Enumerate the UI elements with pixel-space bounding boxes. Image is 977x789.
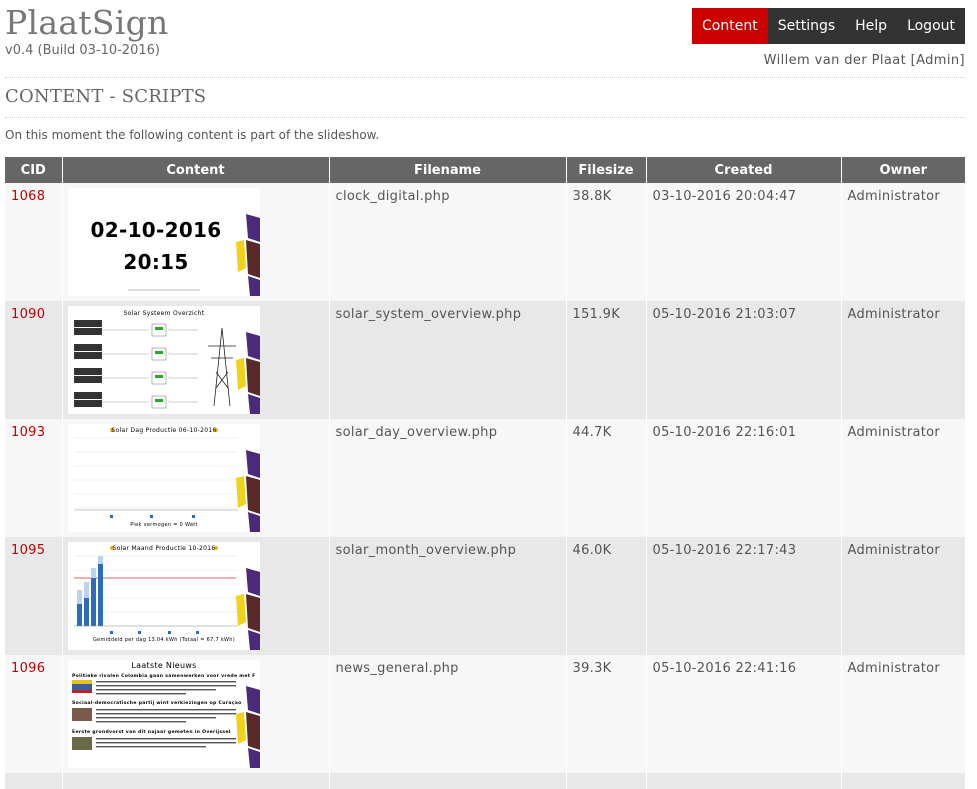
owner-cell: Administrator xyxy=(841,537,966,655)
cid-cell: 1095 xyxy=(5,537,63,655)
filename-cell xyxy=(329,773,567,789)
table-header-row: CID Content Filename Filesize Created Ow… xyxy=(5,157,965,183)
created-cell: 05-10-2016 22:17:43 xyxy=(646,537,842,655)
brand: PlaatSign v0.4 (Build 03-10-2016) xyxy=(5,4,169,58)
nav-content[interactable]: Content xyxy=(692,8,768,44)
owner-cell: Administrator xyxy=(841,183,966,301)
table-row: 1093 Solar Dag Productie 06-10-2016 Piek… xyxy=(5,419,966,537)
solar-day-thumbnail[interactable]: Solar Dag Productie 06-10-2016 Piek verm… xyxy=(67,424,260,532)
solar-month-footer: Gemiddeld per dag 13.04 kWh (Totaal = 67… xyxy=(92,637,234,643)
content-thumbnail-cell: Solar Systeem Overzicht xyxy=(62,301,330,419)
cid-link[interactable]: 1095 xyxy=(11,543,45,558)
owner-cell: Administrator xyxy=(841,655,966,773)
header-divider xyxy=(5,77,965,78)
title-divider xyxy=(5,117,965,118)
news-headline-3: Eerste grondvorst van dit najaar gemeten… xyxy=(72,729,231,735)
filename-cell: news_general.php xyxy=(329,655,567,773)
filename-cell: solar_system_overview.php xyxy=(329,301,567,419)
content-thumbnail-cell xyxy=(62,773,330,789)
table-row: 1095 Solar Maand Productie 10-2016 Gemid… xyxy=(5,537,966,655)
content-thumbnail-cell: Laatste Nieuws Politieke rivalen Colombi… xyxy=(62,655,330,773)
cid-cell: 1096 xyxy=(5,655,63,773)
solar-day-title: Solar Dag Productie 06-10-2016 xyxy=(111,427,216,434)
solar-month-title: Solar Maand Productie 10-2016 xyxy=(112,545,215,552)
cid-link[interactable]: 1090 xyxy=(11,307,45,322)
created-cell: 05-10-2016 22:41:16 xyxy=(646,655,842,773)
col-header-filename: Filename xyxy=(329,157,567,183)
created-cell: 03-10-2016 20:04:47 xyxy=(646,183,842,301)
page-title: CONTENT - SCRIPTS xyxy=(5,86,207,107)
filesize-cell xyxy=(566,773,647,789)
table-row: 1068 02-10-2016 20:15 clock_digital.php … xyxy=(5,183,966,301)
filesize-cell: 151.9K xyxy=(566,301,647,419)
col-header-owner: Owner xyxy=(841,157,965,183)
main-nav: Content Settings Help Logout xyxy=(692,8,965,44)
created-cell xyxy=(646,773,842,789)
cid-link[interactable]: 1096 xyxy=(11,661,45,676)
cid-cell: 1093 xyxy=(5,419,63,537)
news-title: Laatste Nieuws xyxy=(131,661,196,670)
app-version: v0.4 (Build 03-10-2016) xyxy=(5,42,160,58)
col-header-content: Content xyxy=(62,157,330,183)
created-cell: 05-10-2016 22:16:01 xyxy=(646,419,842,537)
cid-cell xyxy=(5,773,63,789)
owner-cell: Administrator xyxy=(841,419,966,537)
news-headline-1: Politieke rivalen Colombia gaan samenwer… xyxy=(72,673,256,679)
solar-month-thumbnail[interactable]: Solar Maand Productie 10-2016 Gemiddeld … xyxy=(67,542,260,650)
filename-cell: clock_digital.php xyxy=(329,183,567,301)
nav-help[interactable]: Help xyxy=(845,8,898,44)
owner-cell: Administrator xyxy=(841,301,966,419)
table-row: 1096 Laatste Nieuws Politieke rivalen Co… xyxy=(5,655,966,773)
cid-cell: 1068 xyxy=(5,183,63,301)
content-thumbnail-cell: 02-10-2016 20:15 xyxy=(62,183,330,301)
news-headline-2: Sociaal-democratische partij wint verkie… xyxy=(72,700,242,706)
clock-time: 20:15 xyxy=(123,250,188,274)
content-thumbnail-cell: Solar Maand Productie 10-2016 Gemiddeld … xyxy=(62,537,330,655)
current-user: Willem van der Plaat [Admin] xyxy=(763,53,965,68)
cid-link[interactable]: 1068 xyxy=(11,189,45,204)
content-table: CID Content Filename Filesize Created Ow… xyxy=(5,157,966,789)
cid-link[interactable]: 1093 xyxy=(11,425,45,440)
cid-cell: 1090 xyxy=(5,301,63,419)
filesize-cell: 38.8K xyxy=(566,183,647,301)
news-thumbnail[interactable]: Laatste Nieuws Politieke rivalen Colombi… xyxy=(67,660,260,768)
owner-cell xyxy=(841,773,966,789)
app-title: PlaatSign xyxy=(5,3,169,42)
solar-system-title: Solar Systeem Overzicht xyxy=(123,310,204,317)
filesize-cell: 39.3K xyxy=(566,655,647,773)
nav-logout[interactable]: Logout xyxy=(897,8,965,44)
col-header-created: Created xyxy=(646,157,842,183)
solar-system-thumbnail[interactable]: Solar Systeem Overzicht xyxy=(67,306,260,414)
content-thumbnail-cell: Solar Dag Productie 06-10-2016 Piek verm… xyxy=(62,419,330,537)
filesize-cell: 44.7K xyxy=(566,419,647,537)
clock-date: 02-10-2016 xyxy=(90,218,221,242)
clock-thumbnail[interactable]: 02-10-2016 20:15 xyxy=(67,188,260,296)
nav-settings[interactable]: Settings xyxy=(767,8,846,44)
col-header-filesize: Filesize xyxy=(566,157,647,183)
filename-cell: solar_day_overview.php xyxy=(329,419,567,537)
intro-text: On this moment the following content is … xyxy=(5,128,380,142)
filename-cell: solar_month_overview.php xyxy=(329,537,567,655)
filesize-cell: 46.0K xyxy=(566,537,647,655)
col-header-cid: CID xyxy=(5,157,63,183)
solar-day-footer: Piek vermogen = 0 Watt xyxy=(130,522,198,528)
table-row xyxy=(5,773,966,789)
created-cell: 05-10-2016 21:03:07 xyxy=(646,301,842,419)
table-row: 1090 Solar Systeem Overzicht solar_syste… xyxy=(5,301,966,419)
